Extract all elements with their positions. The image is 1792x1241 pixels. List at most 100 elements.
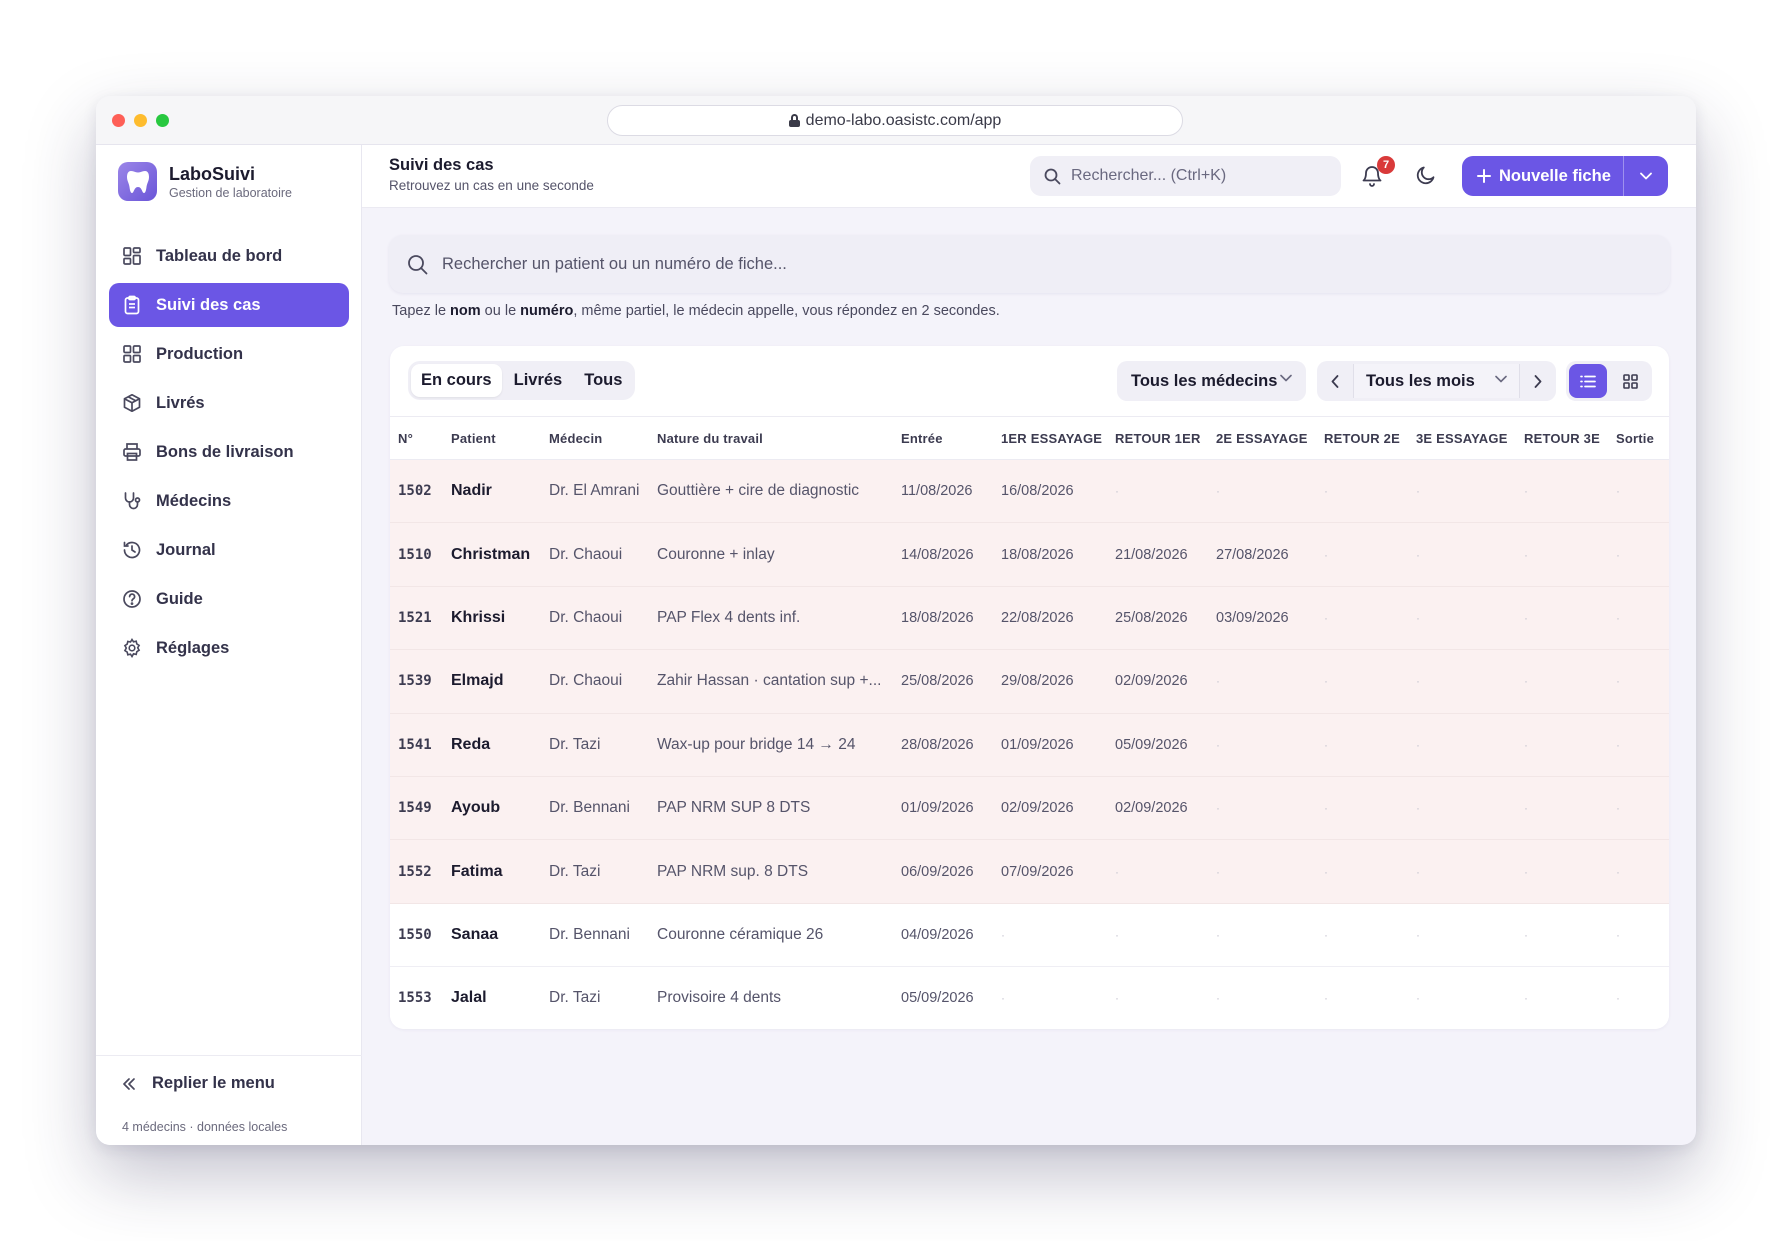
sidebar-item-label: Journal xyxy=(156,540,216,559)
column-header[interactable]: 3E ESSAYAGE xyxy=(1408,416,1516,460)
month-filter-select[interactable]: Tous les mois xyxy=(1353,364,1520,398)
second-fitting-date: · xyxy=(1208,839,1316,904)
sidebar-item-production[interactable]: Production xyxy=(109,332,349,376)
doctor-name: Dr. Tazi xyxy=(541,839,649,904)
page-title: Suivi des cas xyxy=(389,156,494,174)
third-return-date: · xyxy=(1516,522,1608,587)
collapse-label: Replier le menu xyxy=(152,1074,275,1092)
next-month-button[interactable] xyxy=(1520,361,1556,401)
column-header[interactable]: Patient xyxy=(443,416,541,460)
address-bar[interactable]: demo-labo.oasistc.com/app xyxy=(607,105,1183,136)
third-fitting-date: · xyxy=(1408,776,1516,841)
sidebar-item-settings[interactable]: Réglages xyxy=(109,626,349,670)
tooth-logo-icon xyxy=(118,162,157,201)
first-return-date: 21/08/2026 xyxy=(1107,522,1208,587)
patient-name: Elmajd xyxy=(443,649,541,714)
moon-icon[interactable] xyxy=(1415,164,1437,186)
case-search-input[interactable]: Rechercher un patient ou un numéro de fi… xyxy=(389,235,1670,293)
notification-badge: 7 xyxy=(1377,156,1395,174)
sidebar-nav: Tableau de bord Suivi des cas Production… xyxy=(109,234,349,675)
table-row[interactable]: 1552 Fatima Dr. Tazi PAP NRM sup. 8 DTS 06/0… xyxy=(390,839,1669,904)
work-description: Zahir Hassan · cantation sup +... xyxy=(649,649,893,714)
column-header[interactable]: N° xyxy=(390,416,443,460)
column-header[interactable]: RETOUR 3E xyxy=(1516,416,1608,460)
dashboard-icon xyxy=(123,247,141,265)
chevron-down-icon xyxy=(1640,172,1652,180)
column-header[interactable]: Entrée xyxy=(893,416,993,460)
sidebar-item-case-tracking[interactable]: Suivi des cas xyxy=(109,283,349,327)
doctor-name: Dr. Bennani xyxy=(541,903,649,968)
grid-view-button[interactable] xyxy=(1611,364,1649,398)
exit-date: · xyxy=(1608,713,1669,777)
sidebar-item-label: Production xyxy=(156,344,244,363)
sidebar-item-doctors[interactable]: Médecins xyxy=(109,479,349,523)
work-description: PAP NRM sup. 8 DTS xyxy=(649,839,893,904)
maximize-window-button[interactable] xyxy=(156,114,169,127)
second-fitting-date: · xyxy=(1208,903,1316,968)
table-row[interactable]: 1539 Elmajd Dr. Chaoui Zahir Hassan · canta… xyxy=(390,649,1669,714)
work-description: Wax-up pour bridge 14 → 24 xyxy=(649,713,893,777)
doctor-name: Dr. Chaoui xyxy=(541,649,649,714)
third-fitting-date: · xyxy=(1408,586,1516,651)
sidebar-item-delivery-notes[interactable]: Bons de livraison xyxy=(109,430,349,474)
sidebar-item-delivered[interactable]: Livrés xyxy=(109,381,349,425)
sidebar-item-dashboard[interactable]: Tableau de bord xyxy=(109,234,349,278)
new-record-dropdown-button[interactable] xyxy=(1624,156,1668,196)
table-row[interactable]: 1521 Khrissi Dr. Chaoui PAP Flex 4 dents in… xyxy=(390,586,1669,651)
second-return-date: · xyxy=(1316,966,1408,1029)
column-header[interactable]: RETOUR 1ER xyxy=(1107,416,1208,460)
column-header[interactable]: RETOUR 2E xyxy=(1316,416,1408,460)
history-icon xyxy=(123,541,141,559)
tab-delivered[interactable]: Livrés xyxy=(504,364,573,397)
list-view-button[interactable] xyxy=(1569,364,1607,398)
doctor-name: Dr. Chaoui xyxy=(541,522,649,587)
new-record-button[interactable]: Nouvelle fiche xyxy=(1462,156,1624,196)
third-return-date: · xyxy=(1516,903,1608,968)
third-return-date: · xyxy=(1516,586,1608,651)
patient-name: Khrissi xyxy=(443,586,541,651)
doctor-name: Dr. Tazi xyxy=(541,966,649,1029)
doctor-filter-select[interactable]: Tous les médecins xyxy=(1117,361,1306,401)
table-row[interactable]: 1502 Nadir Dr. El Amrani Gouttière + cire d… xyxy=(390,459,1669,524)
second-return-date: · xyxy=(1316,522,1408,587)
tab-in-progress[interactable]: En cours xyxy=(411,364,502,397)
column-header[interactable]: 2E ESSAYAGE xyxy=(1208,416,1316,460)
cases-card: En cours Livrés Tous Tous les médecins T… xyxy=(390,346,1669,1029)
status-tabs: En cours Livrés Tous xyxy=(408,361,636,400)
column-header[interactable]: 1ER ESSAYAGE xyxy=(993,416,1107,460)
first-return-date: · xyxy=(1107,459,1208,524)
brand[interactable]: LaboSuivi Gestion de laboratoire xyxy=(118,162,292,201)
previous-month-button[interactable] xyxy=(1317,361,1353,401)
sidebar-item-journal[interactable]: Journal xyxy=(109,528,349,572)
entry-date: 18/08/2026 xyxy=(893,586,993,651)
second-return-date: · xyxy=(1316,586,1408,651)
table-row[interactable]: 1541 Reda Dr. Tazi Wax-up pour bridge 14 → … xyxy=(390,713,1669,777)
browser-titlebar: demo-labo.oasistc.com/app xyxy=(96,96,1696,145)
month-navigator: Tous les mois xyxy=(1317,361,1556,401)
page-subtitle: Retrouvez un cas en une seconde xyxy=(389,178,594,193)
table-row[interactable]: 1549 Ayoub Dr. Bennani PAP NRM SUP 8 DTS 01/… xyxy=(390,776,1669,841)
sidebar-item-label: Médecins xyxy=(156,491,232,510)
column-header[interactable]: Sortie xyxy=(1608,416,1669,460)
third-return-date: · xyxy=(1516,966,1608,1029)
sidebar-item-label: Bons de livraison xyxy=(156,442,294,461)
minimize-window-button[interactable] xyxy=(134,114,147,127)
table-row[interactable]: 1553 Jalal Dr. Tazi Provisoire 4 dents 05/09… xyxy=(390,966,1669,1029)
first-fitting-date: · xyxy=(993,966,1107,1029)
column-header[interactable]: Nature du travail xyxy=(649,416,893,460)
case-number: 1502 xyxy=(390,459,443,524)
sidebar-item-guide[interactable]: Guide xyxy=(109,577,349,621)
sidebar-item-label: Réglages xyxy=(156,638,230,657)
column-header[interactable]: Médecin xyxy=(541,416,649,460)
plus-icon xyxy=(1477,169,1491,183)
table-row[interactable]: 1510 Christman Dr. Chaoui Couronne + inlay 1… xyxy=(390,522,1669,587)
patient-name: Reda xyxy=(443,713,541,777)
second-return-date: · xyxy=(1316,839,1408,904)
patient-name: Christman xyxy=(443,522,541,587)
close-window-button[interactable] xyxy=(112,114,125,127)
tab-all[interactable]: Tous xyxy=(574,364,632,397)
global-search-input[interactable]: Rechercher... (Ctrl+K) xyxy=(1030,156,1341,196)
table-row[interactable]: 1550 Sanaa Dr. Bennani Couronne céramique 2… xyxy=(390,903,1669,968)
collapse-menu-button[interactable]: Replier le menu xyxy=(122,1074,275,1093)
work-description: PAP Flex 4 dents inf. xyxy=(649,586,893,651)
